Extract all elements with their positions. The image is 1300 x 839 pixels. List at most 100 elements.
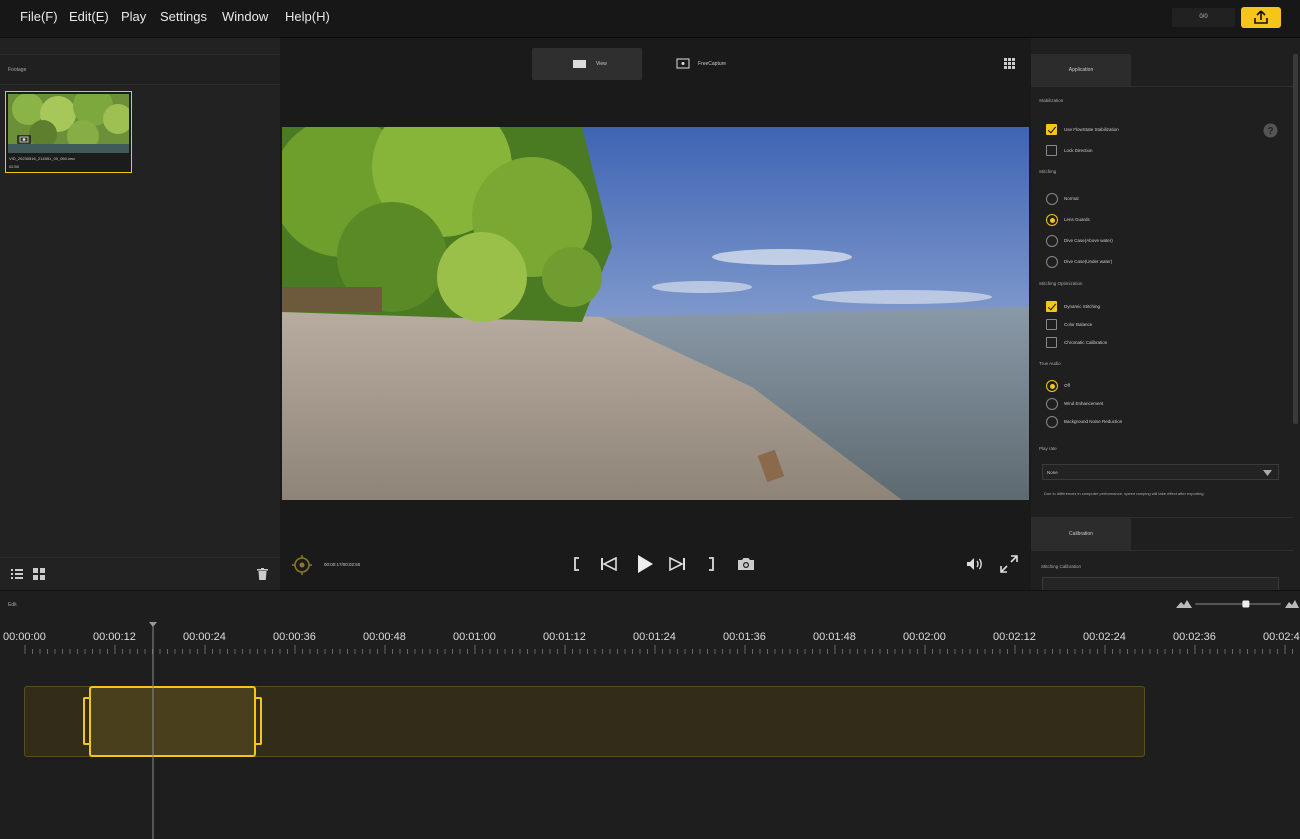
wind-enhancement-label: Wind Enhancement	[1064, 401, 1104, 406]
flowstate-checkbox-box[interactable]	[1046, 124, 1057, 135]
menu-settings[interactable]: Settings	[160, 9, 207, 24]
trash-icon[interactable]	[257, 568, 268, 580]
freecapture-icon	[676, 58, 690, 69]
tab-view[interactable]: View	[532, 48, 642, 80]
lens-guards-radio[interactable]	[1046, 214, 1058, 226]
svg-text:?: ?	[1267, 126, 1273, 137]
wind-enhancement-radio[interactable]	[1046, 398, 1058, 410]
viewer-panel: View FreeCapture 00:00:17/00:02:50	[280, 38, 1031, 590]
settings-scrollbar[interactable]	[1292, 54, 1300, 424]
color-balance-label: Color Balance	[1064, 322, 1093, 327]
divider	[1031, 86, 1293, 87]
zoom-in-icon[interactable]	[1285, 599, 1299, 609]
view-icon	[573, 60, 586, 68]
clip-duration: 02:50	[9, 164, 20, 169]
clip-preview-image	[8, 94, 129, 153]
dynamic-stitching-label: Dynamic Stitching	[1064, 304, 1101, 309]
tab-application[interactable]: Application	[1031, 54, 1131, 86]
speaker-icon[interactable]	[966, 557, 984, 571]
edit-title: Edit	[8, 602, 17, 608]
trim-handle-right[interactable]	[256, 697, 262, 745]
timeline-panel: Edit 00:00:00 00:00:12 00:00:24 00:00:36 00:…	[0, 590, 1300, 839]
ruler-tick-label: 00:01:12	[543, 631, 586, 643]
task-counter[interactable]: 0/0	[1172, 8, 1235, 27]
dynamic-stitching-checkbox-box[interactable]	[1046, 301, 1057, 312]
timecode: 00:00:17/00:02:50	[324, 562, 361, 567]
ruler-tick-label: 00:01:36	[723, 631, 766, 643]
fullscreen-icon[interactable]	[1000, 555, 1018, 573]
ruler-tick-label: 00:00:48	[363, 631, 406, 643]
menu-bar: File(F) Edit(E) Play Settings Window Hel…	[0, 0, 1300, 38]
lens-guards-label: Lens Guards	[1064, 217, 1090, 222]
true-audio-title: True Audio	[1039, 361, 1061, 366]
ruler-tick-label: 00:02:12	[993, 631, 1036, 643]
play-rate-title: Play rate	[1039, 446, 1057, 451]
ruler-tick-label: 00:00:00	[3, 631, 46, 643]
play-rate-note: Due to differences in computer performan…	[1044, 491, 1205, 496]
audio-off-label: Off	[1064, 383, 1070, 388]
zoom-slider-handle[interactable]	[1242, 600, 1250, 608]
selected-clip-segment[interactable]	[89, 686, 256, 757]
menu-window[interactable]: Window	[222, 9, 268, 24]
export-button[interactable]	[1241, 7, 1281, 28]
stitching-calibration-title: Stitching Calibration	[1041, 564, 1082, 569]
grid-overlay-icon[interactable]	[1002, 56, 1017, 71]
noise-reduction-radio[interactable]	[1046, 416, 1058, 428]
ruler-tick-label: 00:01:00	[453, 631, 496, 643]
footage-title: Footage	[8, 67, 27, 73]
menu-file[interactable]: File(F)	[20, 9, 58, 24]
snapshot-icon[interactable]	[737, 557, 755, 571]
ruler-tick-label: 00:02:24	[1083, 631, 1126, 643]
play-rate-select[interactable]: None	[1042, 464, 1279, 480]
menu-play[interactable]: Play	[121, 9, 146, 24]
next-icon[interactable]	[668, 557, 686, 571]
clip-thumbnail[interactable]: VID_20230516_214551_00_060.insv 02:50	[5, 91, 132, 173]
chevron-down-icon	[1263, 470, 1272, 476]
calibration-box[interactable]	[1042, 577, 1279, 590]
ruler-tick-label: 00:02:36	[1173, 631, 1216, 643]
360-camera-icon	[17, 135, 31, 144]
play-rate-value: None	[1047, 470, 1058, 475]
previous-icon[interactable]	[600, 557, 618, 571]
zoom-slider[interactable]	[1195, 599, 1281, 609]
mark-out-icon[interactable]	[706, 557, 716, 571]
dive-above-label: Dive Case(Above water)	[1064, 238, 1113, 243]
ruler-tick-label: 00:00:12	[93, 631, 136, 643]
chromatic-calibration-checkbox-box[interactable]	[1046, 337, 1057, 348]
color-balance-checkbox-box[interactable]	[1046, 319, 1057, 330]
dive-under-radio[interactable]	[1046, 256, 1058, 268]
help-icon[interactable]: ?	[1263, 123, 1278, 138]
normal-radio[interactable]	[1046, 193, 1058, 205]
dive-above-radio[interactable]	[1046, 235, 1058, 247]
play-icon[interactable]	[636, 554, 654, 574]
tab-view-label: View	[596, 61, 607, 67]
footage-panel: Footage VID_20230516_214551_00_060.insv …	[0, 38, 280, 590]
noise-reduction-label: Background Noise Reduction	[1064, 419, 1123, 424]
video-preview[interactable]	[282, 127, 1029, 500]
ruler-tick-label: 00:00:36	[273, 631, 316, 643]
tab-freecapture-label: FreeCapture	[698, 61, 727, 67]
stitching-optimization-title: Stitching Optimization	[1039, 281, 1083, 286]
tab-freecapture[interactable]: FreeCapture	[666, 48, 756, 80]
grid-view-icon[interactable]	[33, 568, 45, 580]
menu-help[interactable]: Help(H)	[285, 9, 330, 24]
zoom-out-icon[interactable]	[1176, 599, 1192, 609]
audio-off-radio[interactable]	[1046, 380, 1058, 392]
ruler-tick-label: 00:01:24	[633, 631, 676, 643]
ruler-tick-label: 00:02:4	[1263, 631, 1300, 643]
lock-direction-checkbox-box[interactable]	[1046, 145, 1057, 156]
trim-handle-left[interactable]	[83, 697, 89, 745]
ruler-tick-label: 00:01:48	[813, 631, 856, 643]
upload-icon	[1254, 10, 1268, 24]
tab-calibration[interactable]: Calibration	[1031, 518, 1131, 550]
settings-panel: Application Stabilization Use FlowState …	[1031, 38, 1300, 590]
playhead[interactable]	[148, 622, 158, 839]
mark-in-icon[interactable]	[572, 557, 582, 571]
ruler-tick-label: 00:02:00	[903, 631, 946, 643]
ruler-ticks	[24, 645, 1293, 654]
gyro-target-icon[interactable]	[292, 555, 312, 575]
menu-edit[interactable]: Edit(E)	[69, 9, 109, 24]
flowstate-label: Use FlowState Stabilization	[1064, 127, 1119, 132]
list-view-icon[interactable]	[11, 568, 23, 580]
stitching-title: Stitching	[1039, 169, 1057, 174]
